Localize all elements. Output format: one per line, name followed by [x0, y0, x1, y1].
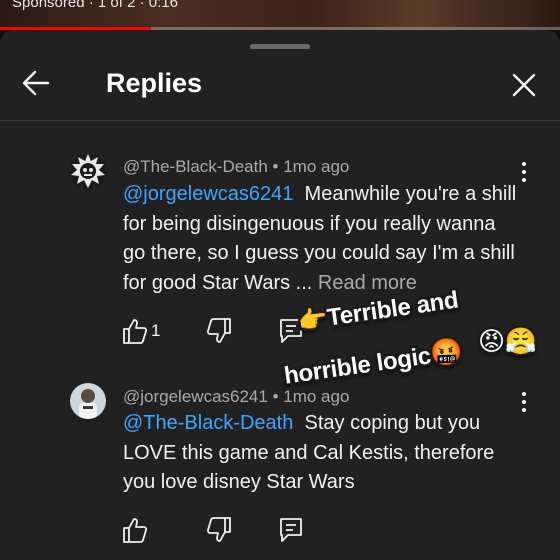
avatar[interactable] [70, 153, 106, 189]
read-more-link[interactable]: Read more [318, 272, 417, 294]
comment-text: @The-Black-Death Stay coping but you LOV… [123, 409, 523, 498]
mention-link[interactable]: @The-Black-Death [123, 412, 293, 434]
reply-button[interactable] [276, 515, 306, 545]
comment-handle[interactable]: @jorgelewcas6241 [123, 387, 268, 406]
dislike-button[interactable] [204, 515, 234, 545]
like-button[interactable] [120, 515, 150, 545]
comment-meta: @The-Black-Death • 1mo ago [123, 157, 349, 177]
cursing-face-emoji: 🤬 [428, 334, 465, 370]
sticker-emoji-group: 😡😤 [478, 326, 537, 357]
comment-handle[interactable]: @The-Black-Death [123, 157, 268, 176]
dislike-button[interactable] [204, 316, 234, 346]
comment-time: 1mo ago [283, 157, 350, 176]
comment-text: @jorgelewcas6241 Meanwhile you're a shil… [123, 180, 523, 298]
back-arrow-icon[interactable] [20, 66, 54, 100]
page-title: Replies [106, 68, 203, 98]
avatar[interactable] [70, 383, 106, 419]
close-icon[interactable] [508, 69, 540, 101]
comment-time: 1mo ago [283, 387, 350, 406]
comment-meta: @jorgelewcas6241 • 1mo ago [123, 387, 349, 407]
replies-header: Replies [0, 30, 560, 98]
meta-separator: • [267, 387, 284, 406]
steam-face-emoji: 😤 [504, 326, 537, 356]
video-overlay-text: Sponsored · 1 of 2 · 0:16 [12, 0, 178, 11]
mention-link[interactable]: @jorgelewcas6241 [123, 183, 293, 205]
pointing-hand-emoji: 👉 [296, 304, 330, 336]
video-player-strip[interactable]: Sponsored · 1 of 2 · 0:16 [0, 0, 560, 30]
like-button[interactable] [120, 316, 150, 346]
header-divider [0, 120, 560, 121]
meta-separator: • [267, 157, 284, 176]
angry-face-emoji: 😡 [478, 326, 505, 356]
like-count: 1 [151, 321, 161, 340]
